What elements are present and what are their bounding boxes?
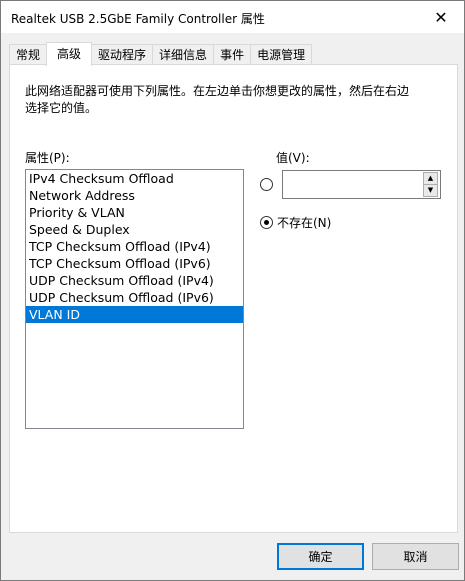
property-item[interactable]: TCP Checksum Offload (IPv6) — [26, 255, 243, 272]
tab-driver[interactable]: 驱动程序 — [91, 44, 154, 65]
spin-down-icon: ▼ — [427, 186, 434, 194]
property-item[interactable]: UDP Checksum Offload (IPv4) — [26, 272, 243, 289]
tab-events[interactable]: 事件 — [213, 44, 252, 65]
tab-power-management[interactable]: 电源管理 — [250, 44, 313, 65]
value-label: 值(V): — [276, 151, 310, 165]
property-item[interactable]: Network Address — [26, 187, 243, 204]
tab-bar: 常规 高级 驱动程序 详细信息 事件 电源管理 — [9, 42, 313, 66]
advanced-panel: 此网络适配器可使用下列属性。在左边单击你想更改的属性，然后在右边选择它的值。 属… — [9, 64, 458, 533]
property-item[interactable]: IPv4 Checksum Offload — [26, 170, 243, 187]
cancel-button[interactable]: 取消 — [372, 543, 459, 570]
close-icon: ✕ — [434, 7, 448, 27]
ok-button[interactable]: 确定 — [277, 543, 364, 570]
property-item[interactable]: Speed & Duplex — [26, 221, 243, 238]
tab-details[interactable]: 详细信息 — [152, 44, 215, 65]
cancel-button-label: 取消 — [403, 550, 428, 564]
tab-advanced[interactable]: 高级 — [46, 42, 93, 66]
window-title: Realtek USB 2.5GbE Family Controller 属性 — [11, 12, 265, 26]
title-bar[interactable]: Realtek USB 2.5GbE Family Controller 属性 … — [1, 1, 464, 33]
value-input[interactable]: ▲ ▼ — [282, 170, 441, 199]
ok-button-label: 确定 — [308, 550, 333, 564]
value-radio[interactable] — [260, 178, 273, 191]
close-button[interactable]: ✕ — [418, 1, 464, 33]
properties-dialog: Realtek USB 2.5GbE Family Controller 属性 … — [0, 0, 465, 581]
absent-radio[interactable] — [260, 216, 273, 229]
property-item[interactable]: Priority & VLAN — [26, 204, 243, 221]
absent-label: 不存在(N) — [277, 216, 332, 230]
panel-description: 此网络适配器可使用下列属性。在左边单击你想更改的属性，然后在右边选择它的值。 — [25, 84, 410, 115]
property-item[interactable]: TCP Checksum Offload (IPv4) — [26, 238, 243, 255]
spin-up-icon: ▲ — [427, 174, 434, 182]
property-item[interactable]: UDP Checksum Offload (IPv6) — [26, 289, 243, 306]
property-item-selected[interactable]: VLAN ID — [26, 306, 243, 323]
spin-down-button[interactable]: ▼ — [423, 184, 438, 197]
property-list[interactable]: IPv4 Checksum Offload Network Address Pr… — [25, 169, 244, 429]
tab-general[interactable]: 常规 — [9, 44, 48, 65]
property-label: 属性(P): — [25, 151, 70, 165]
